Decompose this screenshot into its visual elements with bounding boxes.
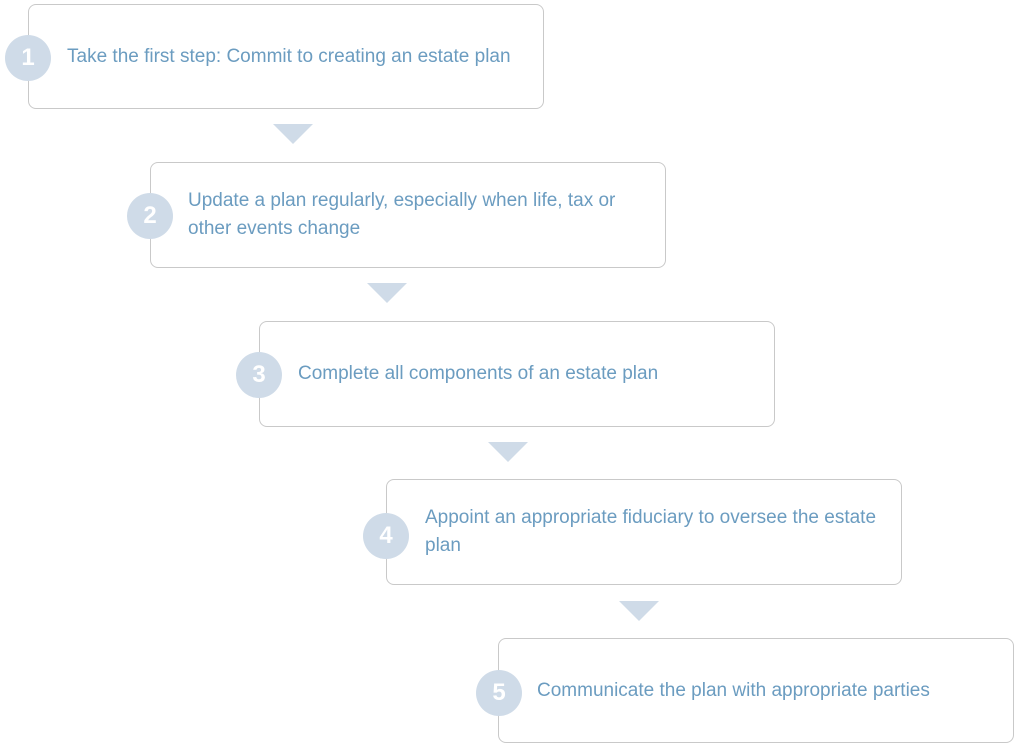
step-box-4: Appoint an appropriate fiduciary to over… [386,479,902,585]
step-number-badge-2: 2 [127,193,173,239]
down-arrow-icon [367,283,407,303]
step-number-badge-5: 5 [476,670,522,716]
step-text-1: Take the first step: Commit to creating … [67,45,511,67]
step-box-2: Update a plan regularly, especially when… [150,162,666,268]
step-number-badge-3: 3 [236,352,282,398]
step-box-1: Take the first step: Commit to creating … [28,4,544,109]
estate-plan-steps-diagram: Take the first step: Commit to creating … [0,0,1015,743]
step-text-3: Complete all components of an estate pla… [298,363,659,384]
step-number-badge-4: 4 [363,513,409,559]
down-arrow-icon [273,124,313,144]
step-box-5: Communicate the plan with appropriate pa… [498,638,1014,743]
step-text-5: Communicate the plan with appropriate pa… [537,679,930,701]
step-number-badge-1: 1 [5,35,51,81]
step-box-3: Complete all components of an estate pla… [259,321,775,427]
down-arrow-icon [619,601,659,621]
down-arrow-icon [488,442,528,462]
step-text-4: Appoint an appropriate fiduciary to over… [425,507,877,556]
step-text-2: Update a plan regularly, especially when… [188,190,616,239]
